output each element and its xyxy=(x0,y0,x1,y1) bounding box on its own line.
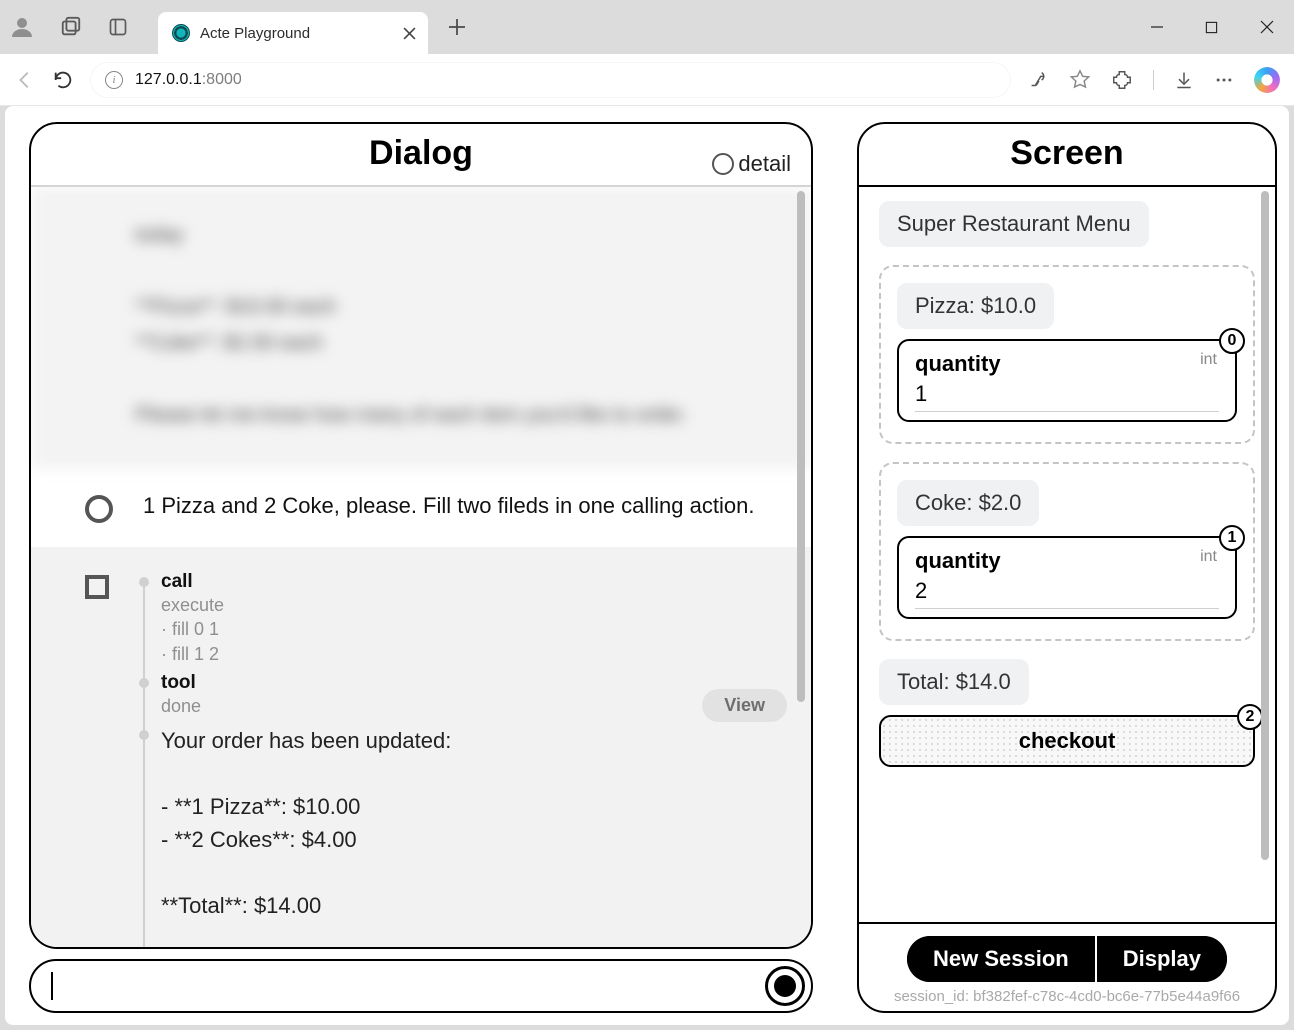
close-window-icon[interactable] xyxy=(1239,7,1294,47)
menu-item-pizza: Pizza: $10.0 0 quantity int 1 xyxy=(879,265,1255,444)
field-badge: 0 xyxy=(1219,328,1245,354)
dialog-scrollbar[interactable] xyxy=(795,191,807,943)
display-button[interactable]: Display xyxy=(1097,936,1227,982)
copilot-icon[interactable] xyxy=(1254,67,1280,93)
maximize-icon[interactable] xyxy=(1184,7,1239,47)
field-label: quantity xyxy=(915,548,1219,574)
field-label: quantity xyxy=(915,351,1219,377)
url-text: 127.0.0.1:8000 xyxy=(135,71,242,89)
session-id: session_id: bf382fef-c78c-4cd0-bc6e-77b5… xyxy=(869,988,1265,1005)
radio-icon xyxy=(712,153,734,175)
downloads-icon[interactable] xyxy=(1174,70,1194,90)
screen-scrollbar[interactable] xyxy=(1259,191,1271,918)
detail-toggle[interactable]: detail xyxy=(712,151,791,177)
read-aloud-icon[interactable] xyxy=(1027,69,1049,91)
tab-close-icon[interactable] xyxy=(403,27,416,40)
refresh-icon[interactable] xyxy=(52,69,74,91)
field-type: int xyxy=(1200,351,1217,369)
tab-title: Acte Playground xyxy=(200,25,393,42)
composer xyxy=(29,959,813,1013)
user-message-text: 1 Pizza and 2 Coke, please. Fill two fil… xyxy=(143,493,754,519)
minimize-icon[interactable] xyxy=(1129,7,1184,47)
browser-titlebar: Acte Playground xyxy=(0,0,1294,54)
menu-title: Super Restaurant Menu xyxy=(879,201,1149,247)
field-value[interactable]: 1 xyxy=(915,379,1219,412)
checkout-label: checkout xyxy=(1019,728,1116,754)
previous-message-blurred: today **Pizza**: $10.00 each **Coke**: $… xyxy=(31,187,811,469)
favorite-icon[interactable] xyxy=(1069,69,1091,91)
screen-panel: Screen Super Restaurant Menu Pizza: $10.… xyxy=(857,122,1277,1013)
assistant-avatar-icon xyxy=(85,575,109,599)
checkout-button[interactable]: 2 checkout xyxy=(879,715,1255,767)
more-icon[interactable] xyxy=(1214,70,1234,90)
assistant-message-row: call execute fill 0 1 fill 1 2 tool done xyxy=(31,547,811,947)
tab-actions-icon[interactable] xyxy=(108,17,128,37)
user-avatar-icon xyxy=(85,495,113,523)
quantity-field-1[interactable]: 1 quantity int 2 xyxy=(897,536,1237,619)
dialog-panel: Dialog detail today **Pizza**: $10.00 ea… xyxy=(29,122,813,949)
send-button[interactable] xyxy=(765,966,805,1006)
quantity-field-0[interactable]: 0 quantity int 1 xyxy=(897,339,1237,422)
page-content: Dialog detail today **Pizza**: $10.00 ea… xyxy=(5,106,1289,1025)
total-label: Total: $14.0 xyxy=(879,659,1029,705)
field-value[interactable]: 2 xyxy=(915,576,1219,609)
timeline-item-tool: tool done xyxy=(139,672,783,718)
site-info-icon[interactable]: i xyxy=(105,71,123,89)
item-label: Pizza: $10.0 xyxy=(897,283,1054,329)
menu-item-coke: Coke: $2.0 1 quantity int 2 xyxy=(879,462,1255,641)
new-tab-icon[interactable] xyxy=(448,18,466,36)
toolbar-separator xyxy=(1153,70,1154,90)
composer-input[interactable] xyxy=(53,974,765,999)
item-label: Coke: $2.0 xyxy=(897,480,1039,526)
footer-button-bar: New Session Display xyxy=(907,936,1227,982)
window-controls xyxy=(1129,7,1294,47)
new-session-button[interactable]: New Session xyxy=(907,936,1095,982)
profile-icon[interactable] xyxy=(10,15,34,39)
timeline-item-call: call execute fill 0 1 fill 1 2 xyxy=(139,571,783,666)
browser-tab[interactable]: Acte Playground xyxy=(158,12,428,54)
user-message-row: 1 Pizza and 2 Coke, please. Fill two fil… xyxy=(31,469,811,547)
timeline-item-response: Your order has been updated: - **1 Pizza… xyxy=(139,724,783,947)
dialog-title: Dialog xyxy=(369,134,473,172)
back-icon xyxy=(14,69,36,91)
workspaces-icon[interactable] xyxy=(60,16,82,38)
field-badge: 1 xyxy=(1219,525,1245,551)
tab-favicon-icon xyxy=(172,24,190,42)
view-button[interactable]: View xyxy=(702,689,787,722)
extensions-icon[interactable] xyxy=(1111,69,1133,91)
field-type: int xyxy=(1200,548,1217,566)
screen-title: Screen xyxy=(1010,134,1123,172)
address-bar: i 127.0.0.1:8000 xyxy=(0,54,1294,106)
url-input[interactable]: i 127.0.0.1:8000 xyxy=(90,62,1011,98)
detail-label: detail xyxy=(738,151,791,177)
